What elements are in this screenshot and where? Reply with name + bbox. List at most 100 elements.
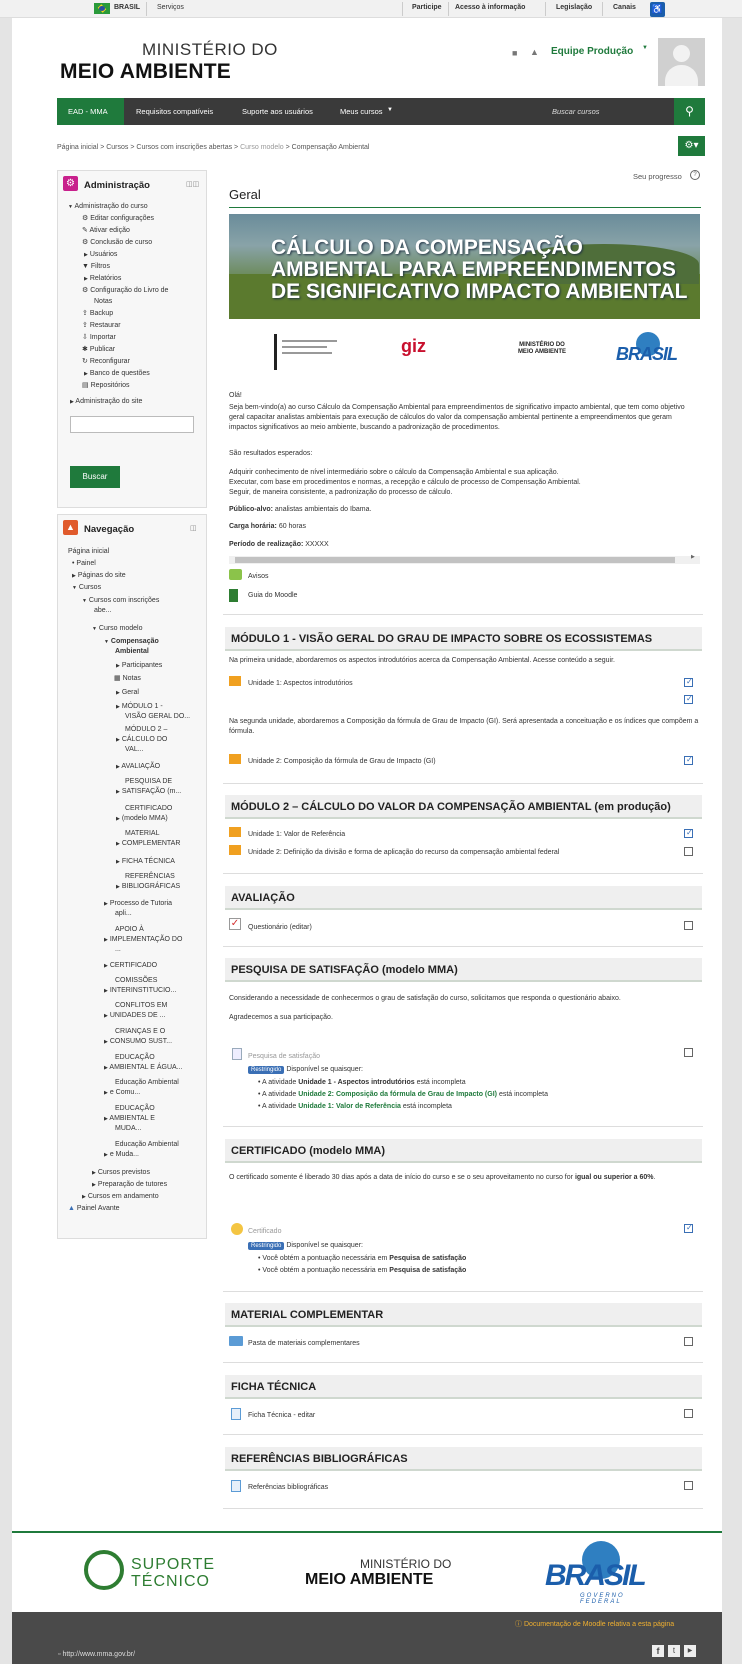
admin-item[interactable]: ▤ Repositórios xyxy=(82,381,130,391)
activity-referencias[interactable]: Referências bibliográficas xyxy=(248,1484,328,1491)
admin-item[interactable]: ↻ Reconfigurar xyxy=(82,357,130,367)
nav-tree-item[interactable]: ▶ e Muda... xyxy=(104,1150,139,1160)
activity-pesquisa[interactable]: Pesquisa de satisfação xyxy=(248,1053,320,1060)
admin-search-button[interactable]: Buscar xyxy=(70,466,120,488)
nav-tree-item[interactable]: Página inicial xyxy=(68,547,109,557)
admin-search-input[interactable] xyxy=(70,416,194,433)
nav-tree-item[interactable]: ▶ UNIDADES DE ... xyxy=(104,1011,165,1021)
admin-item[interactable]: ▶ Relatórios xyxy=(84,274,121,284)
completion-checkbox[interactable] xyxy=(684,1223,693,1233)
user-menu-caret-icon[interactable]: ▼ xyxy=(642,45,648,51)
activity-questionario[interactable]: Questionário (editar) xyxy=(248,924,312,931)
nav-tree-item[interactable]: MUDA... xyxy=(115,1124,141,1134)
nav-tree-item[interactable]: ▶ BIBLIOGRÁFICAS xyxy=(116,882,180,892)
completion-checkbox[interactable] xyxy=(684,1481,693,1490)
nav-tree-item[interactable]: ▲ Painel Avante xyxy=(68,1204,120,1214)
nav-tree-item[interactable]: ▶ e Comu... xyxy=(104,1088,140,1098)
activity-unit1[interactable]: Unidade 1: Aspectos introdutórios xyxy=(248,680,353,687)
block-dock-icon[interactable]: ◫ xyxy=(190,524,197,532)
avatar[interactable] xyxy=(658,38,705,86)
admin-item[interactable]: ▼ Filtros xyxy=(82,262,110,272)
completion-checkbox[interactable] xyxy=(684,755,693,765)
nav-item-meus-cursos[interactable]: Meus cursos xyxy=(340,107,383,116)
admin-item[interactable]: ▼ Administração do curso xyxy=(68,202,148,212)
completion-checkbox[interactable] xyxy=(684,1048,693,1057)
nav-tree-item[interactable]: ▶ CÁLCULO DO xyxy=(116,735,167,745)
facebook-icon[interactable]: f xyxy=(652,1645,664,1657)
nav-tree-item[interactable]: VAL... xyxy=(125,745,144,755)
nav-tree-item[interactable]: ▶ INTERINSTITUCIO... xyxy=(104,986,176,996)
nav-tree-item[interactable]: Educação Ambiental xyxy=(115,1078,179,1088)
nav-tree-item[interactable]: ▶ AMBIENTAL E ÁGUA... xyxy=(104,1063,183,1073)
nav-tree-item[interactable]: Educação Ambiental xyxy=(115,1140,179,1150)
completion-checkbox[interactable] xyxy=(684,828,693,838)
nav-item-requisitos[interactable]: Requisitos compatíveis xyxy=(136,107,213,116)
settings-gear-button[interactable]: ⚙▾ xyxy=(678,136,705,156)
breadcrumb-cursos-abertas[interactable]: Cursos com inscrições abertas xyxy=(136,144,232,151)
nav-tree-item[interactable]: ▶ Preparação de tutores xyxy=(92,1180,167,1190)
gov-servicos-link[interactable]: Serviços xyxy=(157,4,184,11)
nav-tree-item[interactable]: ▶ COMPLEMENTAR xyxy=(116,839,180,849)
nav-tree-item[interactable]: EDUCAÇÃO xyxy=(115,1053,155,1063)
activity-ficha[interactable]: Ficha Técnica - editar xyxy=(248,1412,315,1419)
completion-checkbox[interactable] xyxy=(684,1409,693,1418)
header-title-line2[interactable]: MEIO AMBIENTE xyxy=(60,60,231,84)
nav-tree-item[interactable]: REFERÊNCIAS xyxy=(125,872,175,882)
help-icon[interactable]: ? xyxy=(690,170,700,180)
nav-tree-item[interactable]: ▼ Cursos xyxy=(72,583,101,593)
support-logo-icon[interactable] xyxy=(84,1550,124,1590)
completion-checkbox[interactable] xyxy=(684,847,693,856)
moodle-doc-link[interactable]: ⓘ Documentação de Moodle relativa a esta… xyxy=(515,1619,674,1629)
nav-tree-item[interactable]: ▼ Compensação xyxy=(104,637,159,647)
gov-brasil-link[interactable]: BRASIL xyxy=(114,4,140,11)
horizontal-scrollbar[interactable]: ▶ xyxy=(229,554,700,564)
activity-unit2[interactable]: Unidade 2: Composição da fórmula de Grau… xyxy=(248,758,436,765)
user-menu[interactable]: Equipe Produção xyxy=(551,46,633,57)
nav-tree-item[interactable]: APOIO À xyxy=(115,925,144,935)
admin-item[interactable]: ⇩ Importar xyxy=(82,333,116,343)
nav-tree-item[interactable]: ▶ IMPLEMENTAÇÃO DO xyxy=(104,935,182,945)
nav-tree-item[interactable]: ... xyxy=(115,945,121,955)
activity-avisos[interactable]: Avisos xyxy=(248,573,269,580)
notification-icon[interactable]: ▲ xyxy=(530,47,539,57)
admin-item[interactable]: ▶ Banco de questões xyxy=(84,369,150,379)
admin-item[interactable]: ⚙ Editar configurações xyxy=(82,214,154,224)
nav-tree-item[interactable]: CRIANÇAS E O xyxy=(115,1027,165,1037)
footer-url[interactable]: ▫ http://www.mma.gov.br/ xyxy=(58,1651,135,1658)
gov-participe-link[interactable]: Participe xyxy=(412,4,442,11)
completion-checkbox[interactable] xyxy=(684,677,693,687)
nav-tree-item[interactable]: COMISSÕES xyxy=(115,976,157,986)
nav-tree-item[interactable]: ▶ Geral xyxy=(116,688,139,698)
activity-guia-moodle[interactable]: Guia do Moodle xyxy=(248,592,297,599)
nav-tree-item[interactable]: EDUCAÇÃO xyxy=(115,1104,155,1114)
nav-tree-item[interactable]: ▶ MÓDULO 1 - xyxy=(116,702,163,712)
nav-tree-item[interactable]: VISÃO GERAL DO... xyxy=(125,712,190,722)
admin-item[interactable]: ✎ Ativar edição xyxy=(82,226,130,236)
nav-tree-item[interactable]: ▦ Notas xyxy=(114,674,141,684)
breadcrumb-compensacao[interactable]: Compensação Ambiental xyxy=(292,144,370,151)
admin-item[interactable]: ▶ Administração do site xyxy=(70,397,142,407)
message-icon[interactable]: ■ xyxy=(512,48,517,58)
admin-item[interactable]: ⚙ Configuração do Livro de xyxy=(82,286,168,296)
nav-tree-item[interactable]: MATERIAL xyxy=(125,829,160,839)
nav-tree-item[interactable]: ▶ (modelo MMA) xyxy=(116,814,168,824)
youtube-icon[interactable]: ▶ xyxy=(684,1645,696,1657)
activity-mod2-unit2[interactable]: Unidade 2: Definição da divisão e forma … xyxy=(248,849,559,856)
nav-tree-item[interactable]: MÓDULO 2 – xyxy=(125,725,167,735)
gov-legislacao-link[interactable]: Legislação xyxy=(556,4,592,11)
nav-tree-item[interactable]: ▶ AMBIENTAL E xyxy=(104,1114,155,1124)
breadcrumb-curso-modelo[interactable]: Curso modelo xyxy=(240,144,284,151)
nav-tree-item[interactable]: ▼ Curso modelo xyxy=(92,624,142,634)
nav-tree-item[interactable]: ▶ Páginas do site xyxy=(72,571,126,581)
nav-tree-item[interactable]: ▶ Cursos previstos xyxy=(92,1168,150,1178)
nav-tree-item[interactable]: ▶ AVALIAÇÃO xyxy=(116,762,160,772)
admin-item[interactable]: ▶ Usuários xyxy=(84,250,117,260)
activity-pasta[interactable]: Pasta de materiais complementares xyxy=(248,1340,360,1347)
nav-item-suporte[interactable]: Suporte aos usuários xyxy=(242,107,313,116)
chevron-down-icon[interactable]: ▼ xyxy=(387,107,393,113)
admin-item[interactable]: Notas xyxy=(94,297,112,307)
admin-item[interactable]: ⇪ Restaurar xyxy=(82,321,121,331)
nav-tree-item[interactable]: CONFLITOS EM xyxy=(115,1001,167,1011)
support-logo-text1[interactable]: SUPORTE xyxy=(131,1556,215,1574)
search-button[interactable]: ⚲ xyxy=(674,98,705,125)
